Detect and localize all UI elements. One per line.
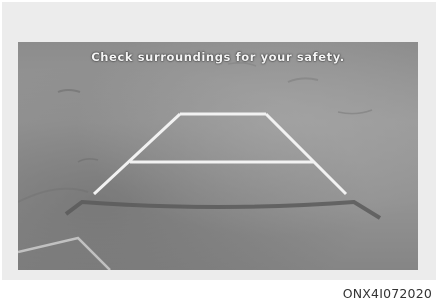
safety-warning-message: Check surroundings for your safety.	[91, 50, 345, 64]
figure-code-label: ONX4I072020	[342, 286, 432, 301]
rear-camera-view: Check surroundings for your safety.	[18, 42, 418, 270]
guideline-right	[264, 112, 348, 196]
guideline-left	[92, 112, 182, 196]
guideline-near-curve	[64, 199, 382, 220]
parking-guidelines	[64, 112, 382, 220]
guideline-frame	[92, 112, 348, 196]
